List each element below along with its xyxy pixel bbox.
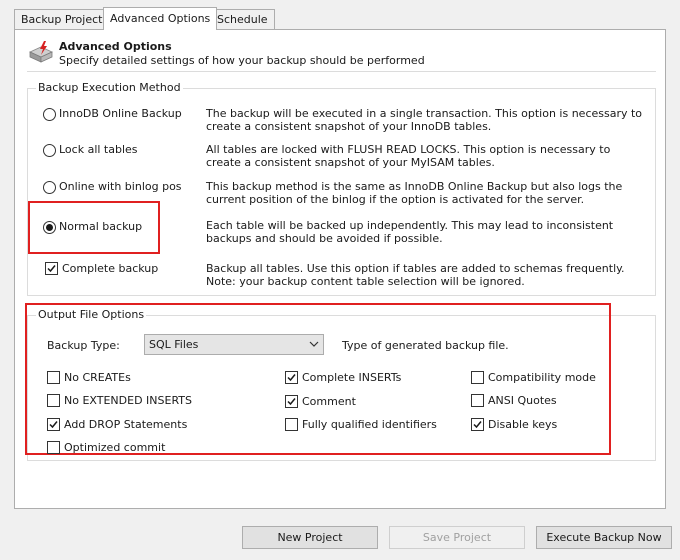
backup-type-desc: Type of generated backup file. — [342, 339, 509, 352]
label-complete-backup[interactable]: Complete backup — [62, 262, 158, 275]
backup-database-icon — [28, 41, 54, 68]
checkbox-optimized-commit[interactable] — [47, 441, 60, 454]
desc-normal-backup: Each table will be backed up independent… — [206, 219, 614, 245]
label-complete-inserts[interactable]: Complete INSERTs — [302, 371, 401, 384]
backup-type-value: SQL Files — [149, 338, 199, 351]
checkbox-no-extended-inserts[interactable] — [47, 394, 60, 407]
label-online-with-binlog-pos[interactable]: Online with binlog pos — [59, 180, 182, 193]
tab-advanced-options[interactable]: Advanced Options — [103, 7, 218, 30]
label-disable-keys[interactable]: Disable keys — [488, 418, 557, 431]
backup-type-select[interactable]: SQL Files — [144, 334, 324, 355]
desc-online-with-binlog-pos: This backup method is the same as InnoDB… — [206, 180, 623, 206]
tab-schedule[interactable]: Schedule — [210, 9, 275, 29]
checkbox-compatibility-mode[interactable] — [471, 371, 484, 384]
tab-backup-project[interactable]: Backup Project — [14, 9, 110, 29]
radio-lock-all-tables[interactable] — [43, 144, 56, 157]
checkbox-fully-qualified-identifiers[interactable] — [285, 418, 298, 431]
checkbox-ansi-quotes[interactable] — [471, 394, 484, 407]
radio-normal-backup[interactable] — [43, 221, 56, 234]
desc-lock-all-tables: All tables are locked with FLUSH READ LO… — [206, 143, 611, 169]
checkbox-add-drop-statements[interactable] — [47, 418, 60, 431]
execution-method-title: Backup Execution Method — [36, 81, 183, 94]
desc-complete-backup: Backup all tables. Use this option if ta… — [206, 262, 625, 288]
label-add-drop-statements[interactable]: Add DROP Statements — [64, 418, 187, 431]
new-project-button[interactable]: New Project — [242, 526, 378, 549]
label-fully-qualified-identifiers[interactable]: Fully qualified identifiers — [302, 418, 437, 431]
radio-innodb-online-backup[interactable] — [43, 108, 56, 121]
checkbox-disable-keys[interactable] — [471, 418, 484, 431]
save-project-button[interactable]: Save Project — [389, 526, 525, 549]
desc-innodb-online-backup: The backup will be executed in a single … — [206, 107, 643, 133]
checkbox-comment[interactable] — [285, 395, 298, 408]
checkbox-complete-backup[interactable] — [45, 262, 58, 275]
execute-backup-now-button[interactable]: Execute Backup Now — [536, 526, 672, 549]
label-lock-all-tables[interactable]: Lock all tables — [59, 143, 138, 156]
label-compatibility-mode[interactable]: Compatibility mode — [488, 371, 596, 384]
label-normal-backup[interactable]: Normal backup — [59, 220, 142, 233]
checkbox-complete-inserts[interactable] — [285, 371, 298, 384]
header-divider — [27, 71, 656, 72]
label-no-creates[interactable]: No CREATEs — [64, 371, 131, 384]
checkbox-no-creates[interactable] — [47, 371, 60, 384]
label-comment[interactable]: Comment — [302, 395, 356, 408]
page-subtitle: Specify detailed settings of how your ba… — [59, 54, 425, 67]
label-innodb-online-backup[interactable]: InnoDB Online Backup — [59, 107, 182, 120]
label-optimized-commit[interactable]: Optimized commit — [64, 441, 165, 454]
label-no-extended-inserts[interactable]: No EXTENDED INSERTS — [64, 394, 192, 407]
chevron-down-icon — [309, 339, 319, 352]
backup-type-label: Backup Type: — [47, 339, 120, 352]
label-ansi-quotes[interactable]: ANSI Quotes — [488, 394, 557, 407]
radio-online-with-binlog-pos[interactable] — [43, 181, 56, 194]
page-title: Advanced Options — [59, 40, 172, 53]
